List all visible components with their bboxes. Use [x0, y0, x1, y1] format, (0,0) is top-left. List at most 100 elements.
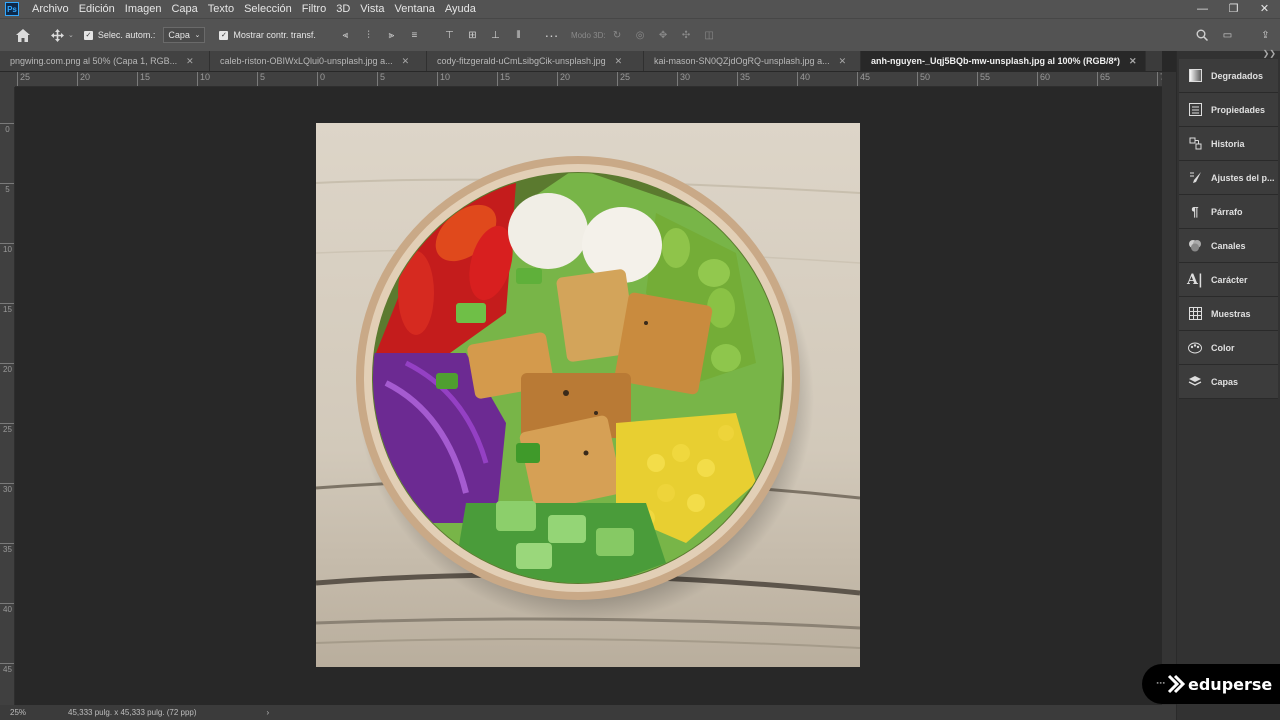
chevron-logo-icon	[1167, 674, 1185, 694]
auto-select-checkbox[interactable]: ✓	[83, 30, 93, 40]
tab-document-2[interactable]: caleb-riston-OBIWxLQlui0-unsplash.jpg a.…	[210, 51, 427, 71]
tab-document-1[interactable]: pngwing.com.png al 50% (Capa 1, RGB... ✕	[0, 51, 210, 71]
panel-color[interactable]: Color	[1179, 331, 1278, 365]
3d-rotate-icon[interactable]: ↻	[611, 30, 624, 41]
3d-slide-icon[interactable]: ✣	[680, 30, 693, 41]
menu-3d[interactable]: 3D	[331, 3, 355, 15]
vertical-scrollbar[interactable]	[1162, 72, 1176, 705]
tab-document-4[interactable]: kai-mason-SN0QZjdOgRQ-unsplash.jpg a... …	[644, 51, 861, 71]
close-icon[interactable]: ✕	[186, 56, 194, 67]
menu-ayuda[interactable]: Ayuda	[440, 3, 481, 15]
align-bottom-icon[interactable]: ⊥	[489, 30, 502, 41]
panel-canales[interactable]: Canales	[1179, 229, 1278, 263]
ruler-tick: 50	[917, 72, 930, 86]
menu-vista[interactable]: Vista	[355, 3, 389, 15]
menu-capa[interactable]: Capa	[166, 3, 202, 15]
align-top-icon[interactable]: ⊤	[443, 30, 456, 41]
tab-label: caleb-riston-OBIWxLQlui0-unsplash.jpg a.…	[220, 56, 393, 66]
tab-document-3[interactable]: cody-fitzgerald-uCmLsibgCik-unsplash.jpg…	[427, 51, 644, 71]
panel-label: Ajustes del p...	[1211, 172, 1275, 183]
paragraph-icon: ¶	[1191, 204, 1199, 219]
collapse-icon[interactable]: ❯❯	[1263, 49, 1276, 58]
document-image[interactable]	[316, 123, 860, 667]
panel-muestras[interactable]: Muestras	[1179, 297, 1278, 331]
horizontal-ruler[interactable]: 25 20 15 10 5 0 5 10 15 20 25 30 35 40 4…	[15, 72, 1162, 87]
home-button[interactable]	[0, 28, 46, 42]
ruler-tick: 0	[317, 72, 325, 86]
panel-degradados[interactable]: Degradados	[1179, 59, 1278, 93]
menu-imagen[interactable]: Imagen	[120, 3, 167, 15]
ruler-tick: 25	[0, 423, 14, 434]
restore-button[interactable]: ❐	[1218, 0, 1249, 18]
search-icon[interactable]	[1195, 29, 1208, 41]
tab-label: anh-nguyen-_Uqj5BQb-mw-unsplash.jpg al 1…	[871, 56, 1121, 66]
close-icon[interactable]: ✕	[839, 56, 847, 67]
chevron-down-icon: ⌄	[194, 32, 201, 39]
move-tool-button[interactable]	[46, 28, 68, 42]
chevron-down-icon[interactable]: ⌄	[68, 31, 74, 39]
align-middle-v-icon[interactable]: ⊞	[466, 30, 479, 41]
panel-parrafo[interactable]: ¶ Párrafo	[1179, 195, 1278, 229]
panel-historia[interactable]: Historia	[1179, 127, 1278, 161]
ruler-tick: 20	[77, 72, 90, 86]
menu-seleccion[interactable]: Selección	[239, 3, 297, 15]
menu-edicion[interactable]: Edición	[74, 3, 120, 15]
color-icon	[1188, 341, 1202, 355]
channels-icon	[1188, 239, 1202, 253]
panel-dock: ❯❯ Degradados Propiedades Historia Ajust…	[1176, 49, 1280, 720]
align-left-icon[interactable]: ⫷	[339, 30, 352, 41]
window-controls: — ❐ ✕	[1187, 0, 1280, 18]
ruler-tick: 10	[437, 72, 450, 86]
close-window-button[interactable]: ✕	[1249, 0, 1280, 18]
panel-ajustes-pincel[interactable]: Ajustes del p...	[1179, 161, 1278, 195]
swatches-icon	[1188, 307, 1202, 321]
minimize-button[interactable]: —	[1187, 0, 1218, 18]
menu-texto[interactable]: Texto	[203, 3, 239, 15]
menu-archivo[interactable]: Archivo	[27, 3, 74, 15]
ruler-tick: 65	[1097, 72, 1110, 86]
panel-caracter[interactable]: A| Carácter	[1179, 263, 1278, 297]
panel-propiedades[interactable]: Propiedades	[1179, 93, 1278, 127]
ruler-tick: 45	[0, 663, 14, 674]
ruler-tick: 60	[1037, 72, 1050, 86]
tab-document-active[interactable]: anh-nguyen-_Uqj5BQb-mw-unsplash.jpg al 1…	[861, 51, 1146, 71]
vertical-ruler[interactable]: 0 5 10 15 20 25 30 35 40 45	[0, 87, 15, 705]
ruler-tick: 40	[0, 603, 14, 614]
workspace-icon[interactable]: ▭	[1221, 30, 1234, 41]
auto-select-dropdown[interactable]: Capa ⌄	[163, 27, 206, 43]
close-icon[interactable]: ✕	[615, 56, 623, 67]
ruler-tick: 20	[0, 363, 14, 374]
status-menu-arrow[interactable]: ›	[267, 708, 270, 717]
ruler-tick: 15	[0, 303, 14, 314]
show-transform-checkbox[interactable]: ✓	[219, 30, 229, 40]
status-bar: 25% 45,333 pulg. x 45,333 pulg. (72 ppp)…	[0, 705, 1176, 720]
zoom-level[interactable]: 25%	[0, 708, 40, 717]
ruler-tick: 35	[737, 72, 750, 86]
menu-filtro[interactable]: Filtro	[297, 3, 331, 15]
panel-label: Carácter	[1211, 274, 1248, 285]
character-icon: A|	[1187, 271, 1203, 288]
photoshop-logo-icon[interactable]: Ps	[5, 2, 19, 16]
panel-label: Propiedades	[1211, 104, 1266, 115]
close-icon[interactable]: ✕	[402, 56, 410, 67]
3d-roll-icon[interactable]: ◎	[634, 30, 647, 41]
options-bar: ⌄ ✓ Selec. autom.: Capa ⌄ ✓ Mostrar cont…	[0, 18, 1280, 51]
3d-drag-icon[interactable]: ✥	[657, 30, 670, 41]
close-icon[interactable]: ✕	[1129, 56, 1137, 67]
move-icon	[50, 28, 64, 42]
menu-ventana[interactable]: Ventana	[390, 3, 440, 15]
menu-bar: Ps Archivo Edición Imagen Capa Texto Sel…	[0, 0, 1280, 18]
3d-scale-icon[interactable]: ◫	[703, 30, 716, 41]
more-options-icon[interactable]: ···	[544, 27, 558, 43]
panel-capas[interactable]: Capas	[1179, 365, 1278, 399]
ruler-corner[interactable]	[0, 72, 15, 87]
logo-text: eduperse	[1188, 674, 1273, 694]
distribute-v-icon[interactable]: ⦀	[512, 30, 525, 41]
align-right-icon[interactable]: ⫸	[385, 30, 398, 41]
gradient-icon	[1188, 69, 1202, 83]
distribute-icon[interactable]: ≡	[408, 30, 421, 41]
document-info: 45,333 pulg. x 45,333 pulg. (72 ppp)	[68, 708, 197, 717]
align-center-h-icon[interactable]: ⫶	[362, 30, 375, 41]
panel-dock-header: ❯❯	[1177, 49, 1280, 59]
share-icon[interactable]: ⇪	[1259, 30, 1272, 41]
